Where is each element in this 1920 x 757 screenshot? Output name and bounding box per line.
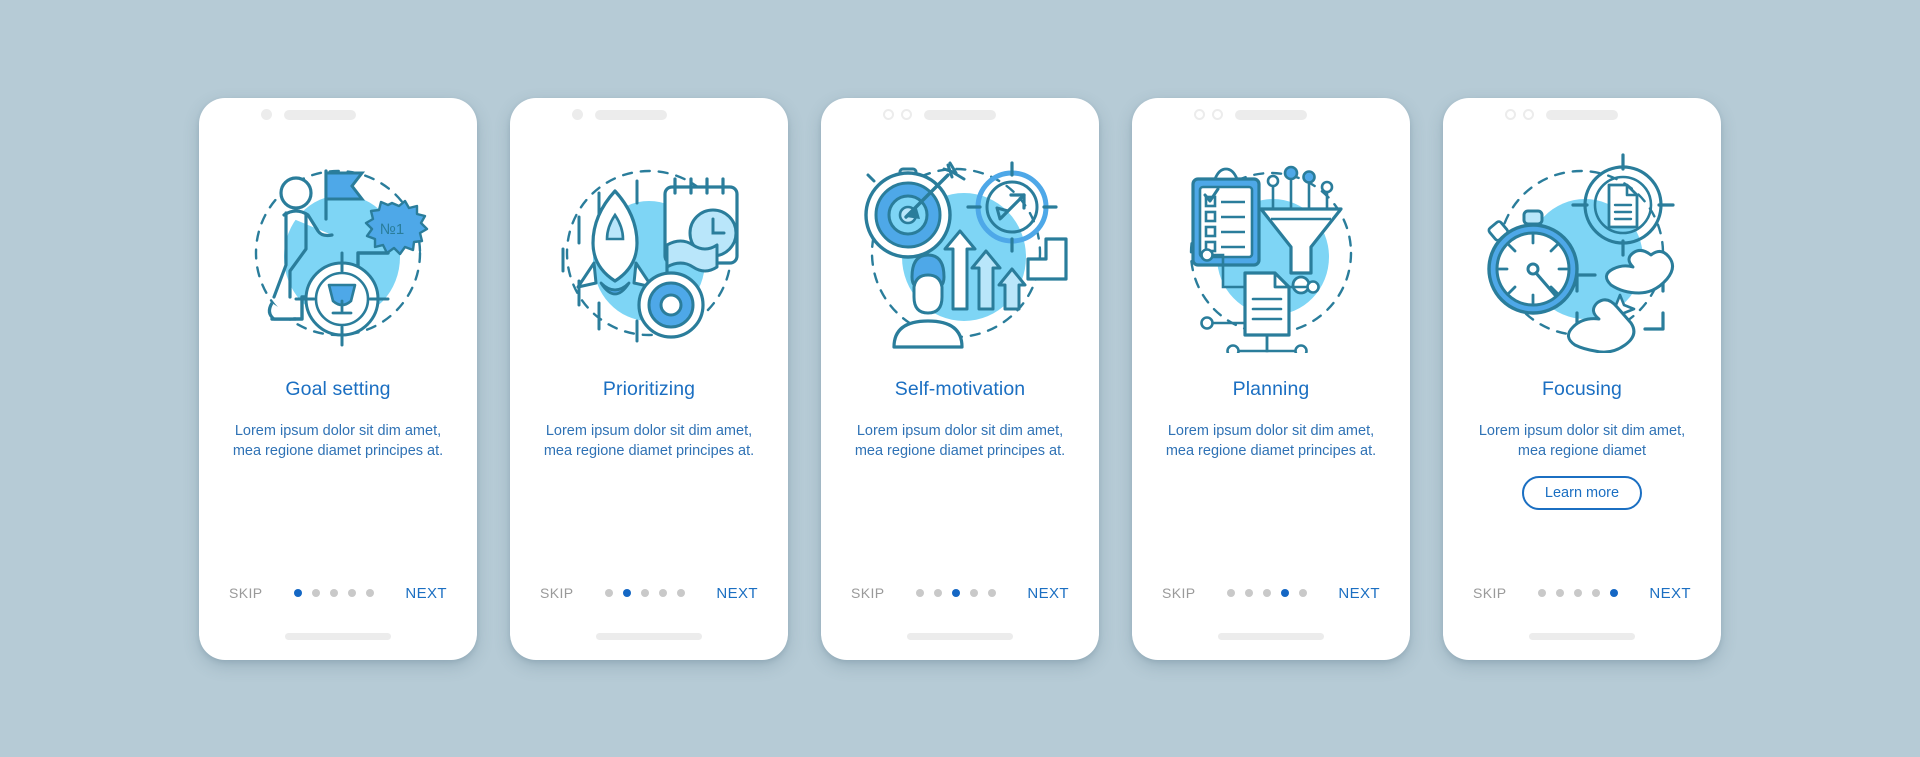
onboarding-screen-focusing: Focusing Lorem ipsum dolor sit dim amet,… (1443, 97, 1721, 660)
onboarding-screens-deck: №1 Goal setting Lorem ipsum dolor sit di… (0, 0, 1920, 757)
skip-button[interactable]: SKIP (1473, 585, 1507, 601)
skip-button[interactable]: SKIP (229, 585, 263, 601)
page-dot[interactable] (1244, 589, 1253, 597)
page-dot[interactable] (676, 589, 685, 597)
home-indicator-bar (1218, 632, 1324, 640)
page-dot-active[interactable] (1609, 589, 1618, 597)
screen-description: Lorem ipsum dolor sit dim amet, mea regi… (232, 422, 444, 460)
page-dot[interactable] (1573, 589, 1582, 597)
page-indicator-dots (915, 589, 996, 597)
page-dot[interactable] (1262, 589, 1271, 597)
onboarding-screen-prioritizing: Prioritizing Lorem ipsum dolor sit dim a… (510, 97, 788, 660)
skip-button[interactable]: SKIP (540, 585, 574, 601)
page-indicator-dots (1226, 589, 1307, 597)
page-dot[interactable] (1226, 589, 1235, 597)
status-pill-icon (1235, 109, 1307, 120)
onboarding-screen-goal-setting: №1 Goal setting Lorem ipsum dolor sit di… (199, 97, 477, 660)
page-dot[interactable] (915, 589, 924, 597)
learn-more-button[interactable]: Learn more (1521, 475, 1643, 510)
self-motivation-illustration (821, 132, 1099, 368)
status-ring-icon (901, 109, 912, 120)
focusing-illustration (1443, 132, 1721, 368)
status-dot-icon (572, 109, 583, 120)
next-button[interactable]: NEXT (405, 585, 447, 602)
screen-title: Goal setting (285, 377, 391, 400)
screen-title: Self-motivation (894, 377, 1026, 400)
screen-description: Lorem ipsum dolor sit dim amet, mea regi… (854, 422, 1066, 460)
status-ring-icon (1505, 109, 1516, 120)
onboarding-nav: SKIP NEXT (199, 585, 477, 602)
onboarding-screen-self-motivation: Self-motivation Lorem ipsum dolor sit di… (821, 97, 1099, 660)
page-indicator-dots (293, 589, 374, 597)
home-indicator-bar (1529, 632, 1635, 640)
status-bar (199, 98, 477, 132)
page-dot[interactable] (1555, 589, 1564, 597)
screen-title: Planning (1232, 377, 1310, 400)
home-indicator-bar (907, 632, 1013, 640)
page-indicator-dots (1537, 589, 1618, 597)
next-button[interactable]: NEXT (1338, 585, 1380, 602)
page-dot[interactable] (969, 589, 978, 597)
screen-description: Lorem ipsum dolor sit dim amet, mea regi… (1165, 422, 1377, 460)
goal-setting-illustration: №1 (199, 132, 477, 368)
status-pill-icon (284, 109, 356, 120)
page-dot-active[interactable] (293, 589, 302, 597)
status-bar (821, 98, 1099, 132)
screen-title: Focusing (1542, 377, 1622, 400)
next-button[interactable]: NEXT (1649, 585, 1691, 602)
page-dot-active[interactable] (622, 589, 631, 597)
page-dot[interactable] (604, 589, 613, 597)
onboarding-nav: SKIP NEXT (510, 585, 788, 602)
home-indicator-bar (285, 632, 391, 640)
svg-text:№1: №1 (380, 221, 404, 238)
next-button[interactable]: NEXT (716, 585, 758, 602)
status-dot-icon (261, 109, 272, 120)
page-dot[interactable] (640, 589, 649, 597)
planning-illustration (1132, 132, 1410, 368)
skip-button[interactable]: SKIP (851, 585, 885, 601)
page-dot[interactable] (1298, 589, 1307, 597)
onboarding-screen-planning: Planning Lorem ipsum dolor sit dim amet,… (1132, 97, 1410, 660)
next-button[interactable]: NEXT (1027, 585, 1069, 602)
status-pill-icon (924, 109, 996, 120)
status-pill-icon (595, 109, 667, 120)
status-bar (1132, 98, 1410, 132)
screen-description: Lorem ipsum dolor sit dim amet, mea regi… (1478, 422, 1686, 460)
status-pill-icon (1546, 109, 1618, 120)
screen-title: Prioritizing (602, 377, 696, 400)
page-dot[interactable] (933, 589, 942, 597)
onboarding-nav: SKIP NEXT (821, 585, 1099, 602)
page-dot[interactable] (658, 589, 667, 597)
screen-description: Lorem ipsum dolor sit dim amet, mea regi… (543, 422, 755, 460)
page-dot[interactable] (347, 589, 356, 597)
onboarding-nav: SKIP NEXT (1132, 585, 1410, 602)
page-dot[interactable] (311, 589, 320, 597)
status-bar (1443, 98, 1721, 132)
page-dot[interactable] (1591, 589, 1600, 597)
prioritizing-illustration (510, 132, 788, 368)
status-ring-icon (1523, 109, 1534, 120)
page-dot[interactable] (365, 589, 374, 597)
status-ring-icon (1212, 109, 1223, 120)
onboarding-nav: SKIP NEXT (1443, 585, 1721, 602)
status-ring-icon (1194, 109, 1205, 120)
page-dot[interactable] (1537, 589, 1546, 597)
page-dot-active[interactable] (1280, 589, 1289, 597)
page-dot-active[interactable] (951, 589, 960, 597)
skip-button[interactable]: SKIP (1162, 585, 1196, 601)
status-bar (510, 98, 788, 132)
page-dot[interactable] (987, 589, 996, 597)
page-dot[interactable] (329, 589, 338, 597)
status-ring-icon (883, 109, 894, 120)
page-indicator-dots (604, 589, 685, 597)
home-indicator-bar (596, 632, 702, 640)
